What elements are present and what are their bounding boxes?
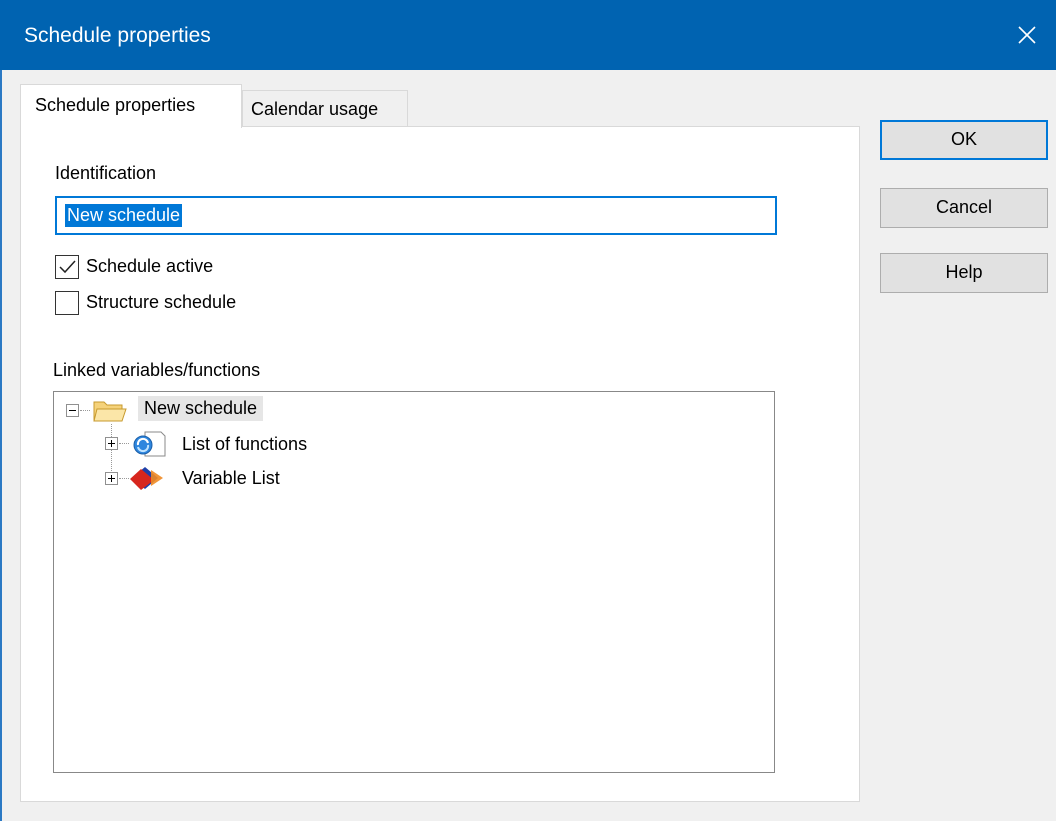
tree-line (119, 478, 129, 479)
checkbox-box[interactable] (55, 291, 79, 315)
structure-schedule-label: Structure schedule (86, 292, 237, 312)
checkbox-box[interactable] (55, 255, 79, 279)
expand-icon[interactable] (105, 472, 118, 485)
linked-variables-label: Linked variables/functions (53, 360, 261, 380)
tab-panel: Identification New schedule Schedule act… (20, 126, 860, 802)
tab-schedule-properties[interactable]: Schedule properties (20, 84, 242, 128)
tree-root-label[interactable]: New schedule (138, 396, 264, 421)
tree-line (119, 443, 129, 444)
window-border (0, 70, 2, 821)
collapse-icon[interactable] (66, 404, 79, 417)
tab-label: Schedule properties (35, 95, 196, 115)
close-button[interactable] (996, 0, 1056, 70)
identification-label: Identification (55, 163, 157, 183)
checkmark-icon (59, 260, 76, 274)
cancel-button[interactable]: Cancel (880, 188, 1048, 228)
tree-line (111, 424, 112, 479)
tree-line (80, 410, 90, 411)
folder-open-icon (93, 401, 127, 422)
schedule-active-label: Schedule active (86, 256, 214, 276)
function-list-icon (133, 431, 166, 457)
title-bar: Schedule properties (0, 0, 1056, 70)
window-title: Schedule properties (24, 24, 211, 47)
tab-label: Calendar usage (251, 99, 379, 119)
tree-item-list-of-functions[interactable]: List of functions (182, 434, 307, 455)
help-button[interactable]: Help (880, 253, 1048, 293)
identification-input[interactable]: New schedule (55, 196, 777, 235)
expand-icon[interactable] (105, 437, 118, 450)
close-icon (1018, 26, 1036, 44)
tree-item-variable-list[interactable]: Variable List (182, 468, 280, 489)
linked-tree-view[interactable]: New schedule List of functions Variable … (53, 391, 775, 773)
ok-button[interactable]: OK (880, 120, 1048, 160)
tab-calendar-usage[interactable]: Calendar usage (242, 90, 408, 126)
variable-list-icon (130, 467, 163, 490)
identification-value: New schedule (65, 204, 183, 227)
